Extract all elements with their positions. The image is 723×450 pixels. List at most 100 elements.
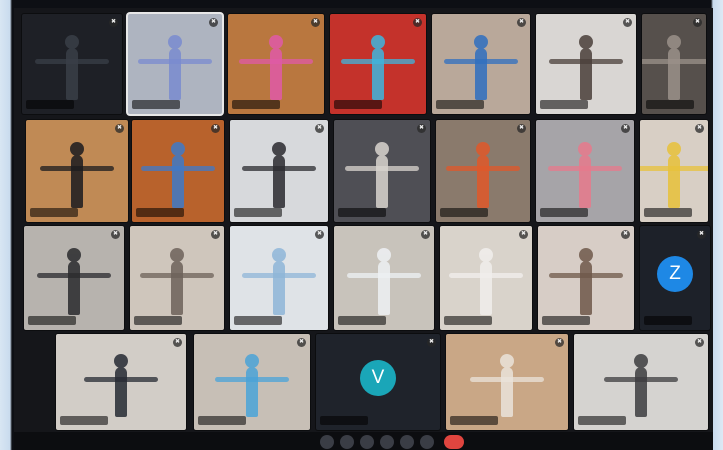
participant-tile[interactable]: ✖ [640, 120, 708, 222]
participant-tile[interactable]: ✖ [22, 14, 122, 114]
mic-muted-icon: ✖ [427, 338, 436, 347]
participant-tile[interactable]: ✖ [128, 14, 222, 114]
participant-tile[interactable]: ✖ [132, 120, 224, 222]
participant-video-figure [375, 141, 389, 208]
participant-tile[interactable]: ✖ [536, 120, 634, 222]
participant-name [450, 416, 498, 425]
participant-name [134, 316, 182, 325]
camera-icon[interactable] [340, 435, 354, 449]
mic-muted-icon: ✖ [311, 18, 320, 27]
participant-video-figure [171, 141, 185, 208]
participant-video-figure [272, 248, 286, 316]
mic-muted-icon: ✖ [115, 124, 124, 133]
participant-video-figure [67, 248, 81, 316]
participant-name [578, 416, 626, 425]
participant-name [540, 100, 588, 109]
participant-video-figure [579, 35, 593, 100]
mic-muted-icon: ✖ [697, 230, 706, 239]
participant-row: ✖ ✖ ✖ ✖ ✖ ✖ ✖ [14, 120, 713, 222]
chat-icon[interactable] [400, 435, 414, 449]
reactions-icon[interactable] [420, 435, 434, 449]
participant-tile[interactable]: ✖ [26, 120, 128, 222]
participant-tile[interactable]: ✖ [538, 226, 634, 330]
participant-tile[interactable]: ✖ [228, 14, 324, 114]
mic-muted-icon: ✖ [413, 18, 422, 27]
participant-tile[interactable]: ✖ [432, 14, 530, 114]
mic-muted-icon: ✖ [555, 338, 564, 347]
participant-name [234, 316, 282, 325]
participant-video-figure [245, 353, 259, 417]
participant-video-figure [371, 35, 385, 100]
participant-tile[interactable]: ✖ [574, 334, 708, 430]
participant-name [334, 100, 382, 109]
participant-name [436, 100, 484, 109]
participant-video-figure [667, 141, 681, 208]
participant-name [440, 208, 488, 217]
participant-video-figure [272, 141, 286, 208]
participant-tile[interactable]: ✖ [194, 334, 310, 430]
participant-row: ✖ ✖ V ✖ ✖ ✖ [14, 334, 713, 430]
participant-tile[interactable]: ✖ [24, 226, 124, 330]
participant-tile[interactable]: ✖ [446, 334, 568, 430]
participant-name [444, 316, 492, 325]
meeting-status [653, 437, 693, 446]
participant-video-figure [168, 35, 182, 100]
participant-name [338, 316, 386, 325]
mic-muted-icon: ✖ [111, 230, 120, 239]
microphone-icon[interactable] [320, 435, 334, 449]
participant-tile[interactable]: ✖ [536, 14, 636, 114]
call-controls-bar [14, 432, 713, 450]
participant-name [542, 316, 590, 325]
participant-row: ✖ ✖ ✖ ✖ ✖ ✖ Z ✖ [14, 226, 713, 330]
mic-muted-icon: ✖ [421, 230, 430, 239]
participant-video-figure [634, 353, 648, 417]
participant-video-figure [579, 248, 593, 316]
participant-tile[interactable]: ✖ [130, 226, 224, 330]
mic-muted-icon: ✖ [315, 124, 324, 133]
participant-tile[interactable]: ✖ [230, 120, 328, 222]
participant-name [132, 100, 180, 109]
participants-icon[interactable] [380, 435, 394, 449]
mic-muted-icon: ✖ [621, 230, 630, 239]
participant-tile[interactable]: ✖ [56, 334, 186, 430]
share-icon[interactable] [360, 435, 374, 449]
participant-video-figure [114, 353, 128, 417]
mic-muted-icon: ✖ [517, 18, 526, 27]
participant-tile[interactable]: ✖ [436, 120, 530, 222]
participant-tile[interactable]: ✖ [642, 14, 706, 114]
mic-muted-icon: ✖ [519, 230, 528, 239]
participant-tile[interactable]: V ✖ [316, 334, 440, 430]
participant-tile[interactable]: ✖ [334, 120, 430, 222]
mic-muted-icon: ✖ [173, 338, 182, 347]
participant-video-figure [377, 248, 391, 316]
participant-video-figure [667, 35, 681, 100]
end-call-button[interactable] [444, 435, 464, 449]
participant-row: ✖ ✖ ✖ ✖ ✖ ✖ ✖ [14, 14, 713, 114]
participant-tile[interactable]: ✖ [334, 226, 434, 330]
mic-muted-icon: ✖ [109, 18, 118, 27]
participant-tile[interactable]: ✖ [330, 14, 426, 114]
mic-muted-icon: ✖ [417, 124, 426, 133]
participant-video-figure [269, 35, 283, 100]
mic-muted-icon: ✖ [297, 338, 306, 347]
mic-muted-icon: ✖ [621, 124, 630, 133]
mic-muted-icon: ✖ [693, 18, 702, 27]
participant-name [646, 100, 694, 109]
participant-tile[interactable]: ✖ [440, 226, 532, 330]
mic-muted-icon: ✖ [623, 18, 632, 27]
participant-name [234, 208, 282, 217]
participant-name [338, 208, 386, 217]
participant-video-figure [476, 141, 490, 208]
participant-name [644, 316, 692, 325]
participant-video-figure [474, 35, 488, 100]
participant-tile[interactable]: ✖ [230, 226, 328, 330]
participant-video-figure [578, 141, 592, 208]
mic-muted-icon: ✖ [211, 230, 220, 239]
mic-muted-icon: ✖ [517, 124, 526, 133]
participant-name [320, 416, 368, 425]
mic-muted-icon: ✖ [211, 124, 220, 133]
participant-tile[interactable]: Z ✖ [640, 226, 710, 330]
participant-avatar: V [360, 360, 396, 396]
mic-muted-icon: ✖ [209, 18, 218, 27]
participant-name [30, 208, 78, 217]
